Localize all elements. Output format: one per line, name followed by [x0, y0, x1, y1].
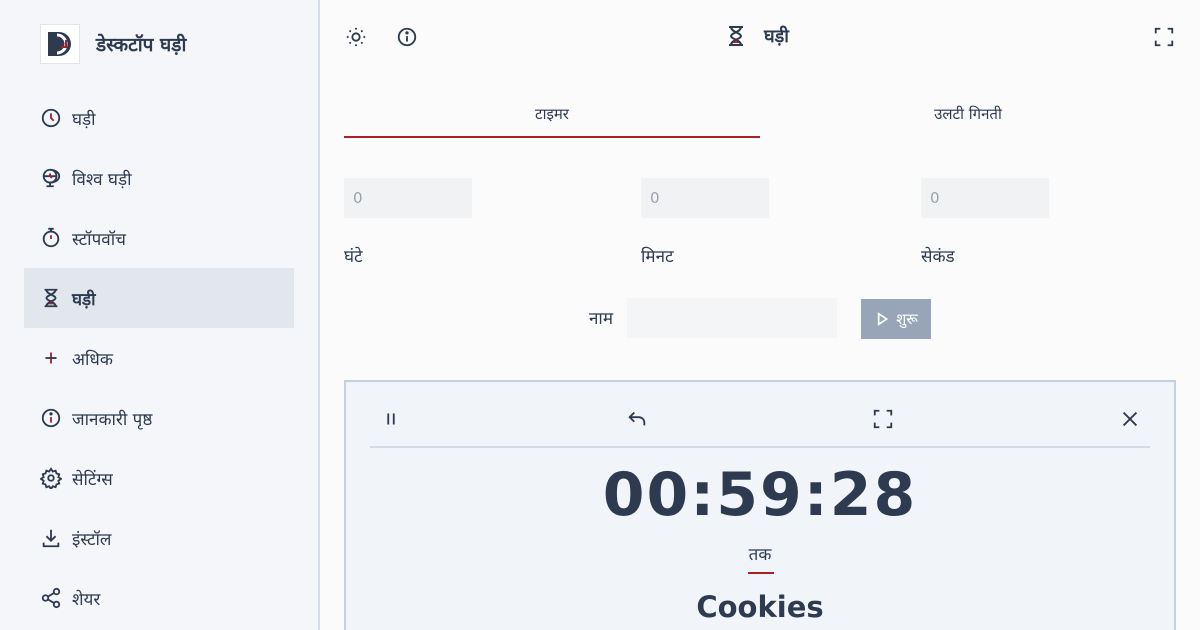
sidebar-item-label: इंस्टॉल — [72, 529, 112, 550]
sidebar-item-label: अधिक — [72, 349, 113, 370]
sidebar-item-info[interactable]: जानकारी पृष्ठ — [24, 388, 294, 448]
info-icon — [40, 407, 62, 429]
brand[interactable]: डेस्कटॉप घड़ी — [40, 24, 186, 64]
sidebar-item-settings[interactable]: सेटिंग्स — [24, 448, 294, 508]
theme-toggle-sun-icon[interactable] — [344, 25, 368, 49]
sidebar-item-label: स्टॉपवॉच — [72, 229, 126, 250]
close-icon[interactable] — [1117, 406, 1143, 432]
gear-icon — [40, 467, 62, 489]
info-icon[interactable] — [395, 25, 419, 49]
sidebar-item-world-clock[interactable]: विश्व घड़ी — [24, 148, 294, 208]
until-underline — [748, 572, 774, 574]
sidebar-item-clock[interactable]: घड़ी — [24, 88, 294, 148]
sidebar-nav: घड़ी विश्व घड़ी स्टॉपवॉच घड़ी अधिक जानका… — [24, 88, 294, 628]
seconds-label: सेकंड — [921, 247, 955, 267]
pause-icon[interactable] — [378, 406, 404, 432]
sidebar-item-timer[interactable]: घड़ी — [24, 268, 294, 328]
fullscreen-icon[interactable] — [1152, 25, 1176, 49]
fullscreen-icon[interactable] — [870, 406, 896, 432]
page-title: घड़ी — [724, 22, 789, 50]
clock-icon — [40, 107, 62, 129]
stopwatch-icon — [40, 227, 62, 249]
sidebar-item-label: शेयर — [72, 589, 101, 610]
reset-icon[interactable] — [624, 406, 650, 432]
hourglass-icon — [729, 26, 743, 46]
remaining-time: 00:59:28 — [602, 460, 918, 530]
app-logo — [40, 24, 80, 64]
minutes-input[interactable] — [641, 178, 769, 218]
hours-input[interactable] — [344, 178, 472, 218]
start-button[interactable]: शुरू — [861, 299, 931, 339]
sidebar-item-label: सेटिंग्स — [72, 469, 113, 490]
share-icon — [40, 587, 62, 609]
sidebar-item-share[interactable]: शेयर — [24, 568, 294, 628]
sidebar-item-stopwatch[interactable]: स्टॉपवॉच — [24, 208, 294, 268]
name-input[interactable] — [627, 298, 837, 338]
sidebar-item-label: जानकारी पृष्ठ — [72, 409, 153, 430]
plus-icon — [40, 347, 62, 369]
until-label: तक — [748, 545, 772, 565]
hourglass-icon — [40, 287, 62, 309]
sidebar-item-more[interactable]: अधिक — [24, 328, 294, 388]
card-divider — [370, 446, 1150, 448]
minutes-label: मिनट — [641, 247, 674, 267]
sidebar: डेस्कटॉप घड़ी घड़ी विश्व घड़ी स्टॉपवॉच घ… — [0, 0, 320, 630]
seconds-input[interactable] — [921, 178, 1049, 218]
sidebar-item-label: घड़ी — [72, 289, 96, 310]
start-button-label: शुरू — [896, 310, 918, 328]
sidebar-item-install[interactable]: इंस्टॉल — [24, 508, 294, 568]
app-title: डेस्कटॉप घड़ी — [96, 34, 187, 56]
page-title-text: घड़ी — [764, 26, 789, 47]
play-icon — [877, 312, 889, 326]
timer-card: 00:59:28 तक Cookies — [344, 380, 1176, 630]
name-label: नाम — [589, 309, 614, 329]
sidebar-item-label: विश्व घड़ी — [72, 169, 132, 190]
hours-label: घंटे — [344, 247, 363, 267]
sidebar-item-label: घड़ी — [72, 109, 96, 130]
timer-name: Cookies — [696, 590, 824, 624]
tab-timer[interactable]: टाइमर — [344, 104, 760, 138]
tab-countdown[interactable]: उलटी गिनती — [760, 104, 1176, 138]
download-icon — [40, 527, 62, 549]
globe-icon — [40, 167, 62, 189]
